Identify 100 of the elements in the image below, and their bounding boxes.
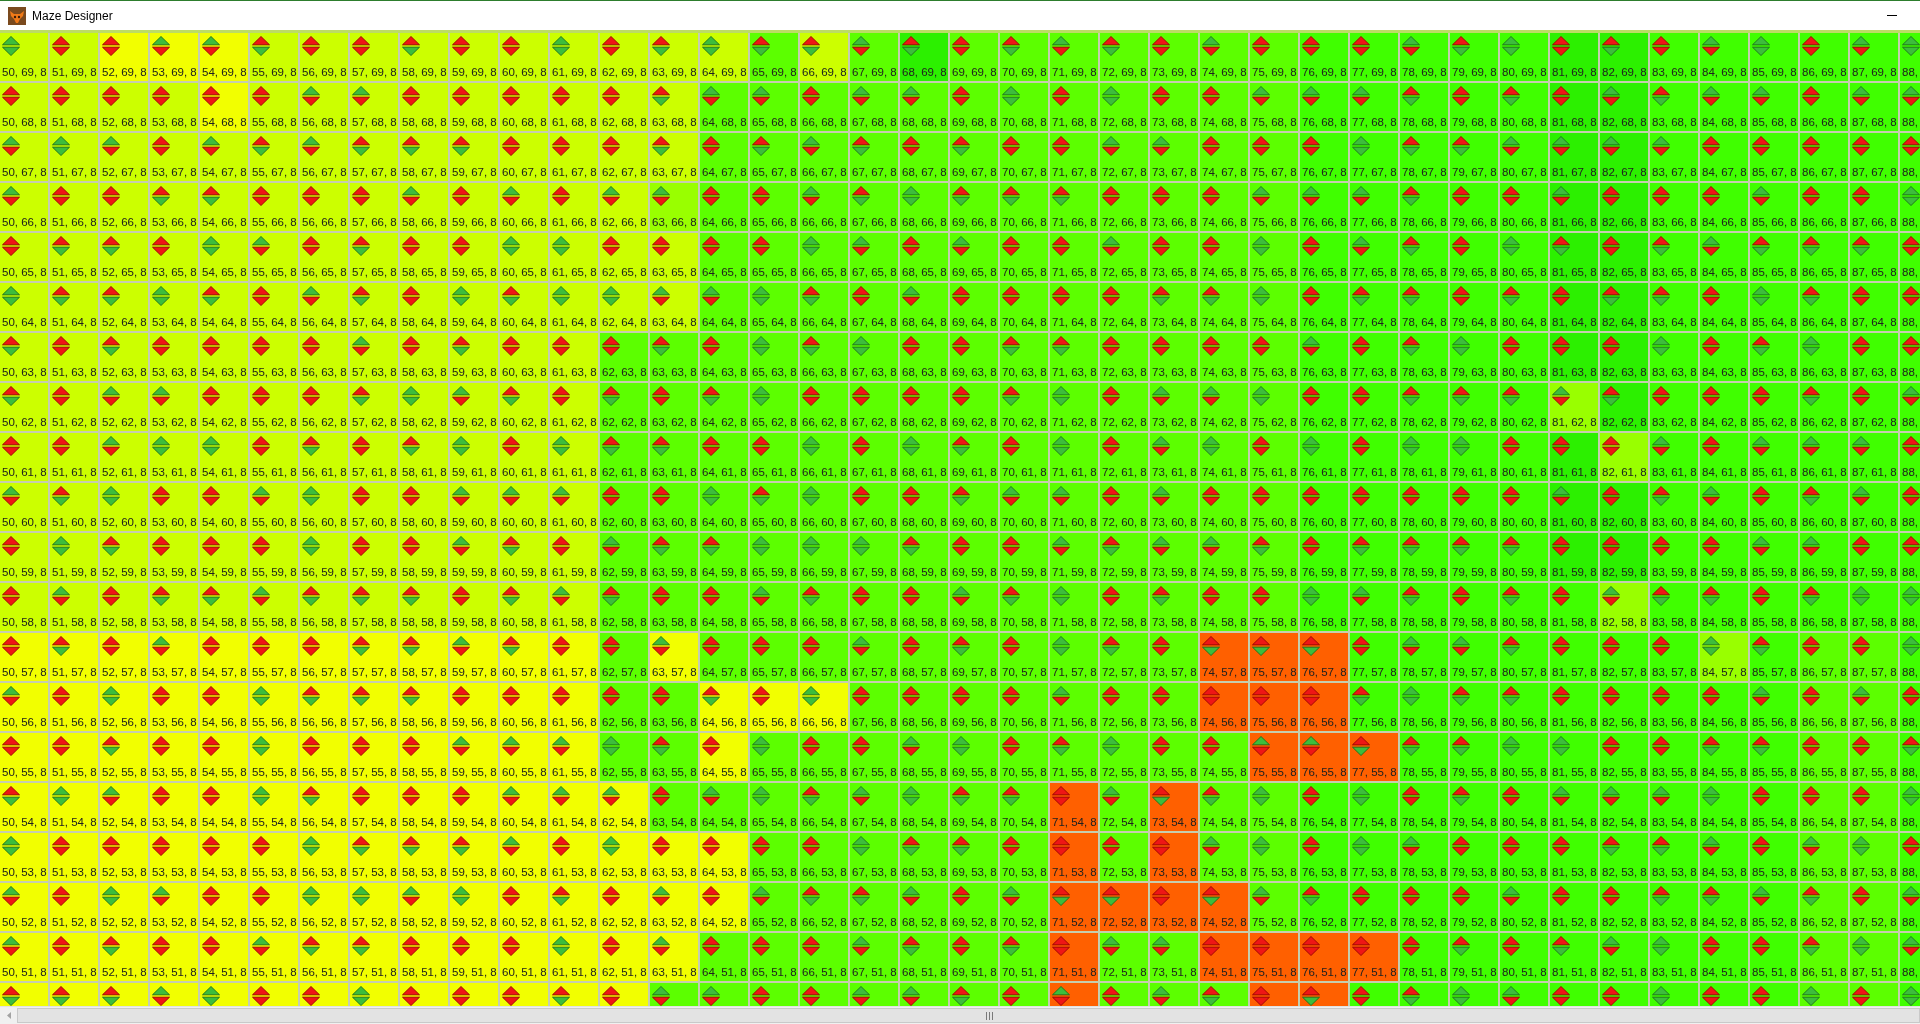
cell-label: 77, 68, 8 xyxy=(1351,116,1397,129)
cell-label: 53, 59, 8 xyxy=(151,566,197,579)
cell-label: 59, 59, 8 xyxy=(451,566,497,579)
cell-label: 81, 65, 8 xyxy=(1551,266,1597,279)
cell-label: 67, 68, 8 xyxy=(851,116,897,129)
cell-label: 78, 60, 8 xyxy=(1401,516,1447,529)
cell-label: 83, 56, 8 xyxy=(1651,716,1697,729)
cell-label: 73, 68, 8 xyxy=(1151,116,1197,129)
cell-label: 52, 68, 8 xyxy=(101,116,147,129)
cell-label: 52, 52, 8 xyxy=(101,916,147,929)
cell-label: 60, 54, 8 xyxy=(501,816,547,829)
cell-label: 83, 63, 8 xyxy=(1651,366,1697,379)
cell-label: 87, 53, 8 xyxy=(1851,866,1897,879)
cell-label: 72, 62, 8 xyxy=(1101,416,1147,429)
cell-label: 60, 53, 8 xyxy=(501,866,547,879)
cell-label: 83, 64, 8 xyxy=(1651,316,1697,329)
cell-label: 72, 60, 8 xyxy=(1101,516,1147,529)
cell-label: 87, 59, 8 xyxy=(1851,566,1897,579)
cell-label: 74, 61, 8 xyxy=(1201,466,1247,479)
cell-label: 87, 56, 8 xyxy=(1851,716,1897,729)
cell-label: 51, 56, 8 xyxy=(51,716,97,729)
cell-label: 78, 52, 8 xyxy=(1401,916,1447,929)
cell-label: 86, 62, 8 xyxy=(1801,416,1847,429)
cell-label: 63, 55, 8 xyxy=(651,766,697,779)
cell-label: 83, 60, 8 xyxy=(1651,516,1697,529)
cell-label: 76, 54, 8 xyxy=(1301,816,1347,829)
cell-label: 85, 62, 8 xyxy=(1751,416,1797,429)
cell-label: 80, 54, 8 xyxy=(1501,816,1547,829)
cell-label: 50, 60, 8 xyxy=(1,516,47,529)
cell-label: 87, 66, 8 xyxy=(1851,216,1897,229)
cell-label: 60, 51, 8 xyxy=(501,966,547,979)
scrollbar-thumb[interactable] xyxy=(17,1008,1920,1023)
cell-label: 82, 55, 8 xyxy=(1601,766,1647,779)
cell-label: 53, 51, 8 xyxy=(151,966,197,979)
cell-label: 77, 55, 8 xyxy=(1351,766,1397,779)
cell-label: 80, 68, 8 xyxy=(1501,116,1547,129)
cell-label: 53, 52, 8 xyxy=(151,916,197,929)
cell-label: 87, 63, 8 xyxy=(1851,366,1897,379)
cell-label: 52, 64, 8 xyxy=(101,316,147,329)
cell-label: 57, 63, 8 xyxy=(351,366,397,379)
cell-label: 74, 65, 8 xyxy=(1201,266,1247,279)
cell-label: 57, 57, 8 xyxy=(351,666,397,679)
cell-label: 69, 54, 8 xyxy=(951,816,997,829)
cell-label: 52, 61, 8 xyxy=(101,466,147,479)
cell-label: 82, 59, 8 xyxy=(1601,566,1647,579)
cell-label: 62, 58, 8 xyxy=(601,616,647,629)
cell-label: 62, 59, 8 xyxy=(601,566,647,579)
cell-label: 80, 51, 8 xyxy=(1501,966,1547,979)
cell-label: 56, 65, 8 xyxy=(301,266,347,279)
cell-label: 56, 59, 8 xyxy=(301,566,347,579)
cell-label: 88, xyxy=(1901,716,1918,729)
cell-label: 65, 53, 8 xyxy=(751,866,797,879)
cell-label: 75, 60, 8 xyxy=(1251,516,1297,529)
cell-label: 75, 52, 8 xyxy=(1251,916,1297,929)
cell-label: 82, 56, 8 xyxy=(1601,716,1647,729)
cell-label: 84, 66, 8 xyxy=(1701,216,1747,229)
cell-label: 61, 55, 8 xyxy=(551,766,597,779)
cell-label: 75, 61, 8 xyxy=(1251,466,1297,479)
cell-label: 67, 58, 8 xyxy=(851,616,897,629)
cell-label: 67, 61, 8 xyxy=(851,466,897,479)
cell-label: 54, 52, 8 xyxy=(201,916,247,929)
cell-label: 64, 63, 8 xyxy=(701,366,747,379)
cell-label: 52, 51, 8 xyxy=(101,966,147,979)
cell-label: 86, 58, 8 xyxy=(1801,616,1847,629)
cell-label: 73, 69, 8 xyxy=(1151,66,1197,79)
cell-label: 71, 55, 8 xyxy=(1051,766,1097,779)
cell-label: 67, 69, 8 xyxy=(851,66,897,79)
cell-label: 59, 51, 8 xyxy=(451,966,497,979)
cell-label: 70, 56, 8 xyxy=(1001,716,1047,729)
cell-label: 70, 58, 8 xyxy=(1001,616,1047,629)
cell-label: 82, 68, 8 xyxy=(1601,116,1647,129)
cell-label: 66, 67, 8 xyxy=(801,166,847,179)
cell-label: 76, 59, 8 xyxy=(1301,566,1347,579)
cell-label: 62, 61, 8 xyxy=(601,466,647,479)
cell-label: 51, 57, 8 xyxy=(51,666,97,679)
cell-label: 82, 64, 8 xyxy=(1601,316,1647,329)
cell-label: 61, 57, 8 xyxy=(551,666,597,679)
cell-label: 88, xyxy=(1901,916,1918,929)
cell-label: 83, 54, 8 xyxy=(1651,816,1697,829)
cell-label: 60, 69, 8 xyxy=(501,66,547,79)
cell-label: 84, 65, 8 xyxy=(1701,266,1747,279)
cell-label: 57, 60, 8 xyxy=(351,516,397,529)
cell-label: 83, 66, 8 xyxy=(1651,216,1697,229)
cell-label: 88, xyxy=(1901,66,1918,79)
cell-label: 75, 64, 8 xyxy=(1251,316,1297,329)
cell-label: 77, 60, 8 xyxy=(1351,516,1397,529)
cell-label: 86, 59, 8 xyxy=(1801,566,1847,579)
cell-label: 66, 54, 8 xyxy=(801,816,847,829)
cell-label: 56, 54, 8 xyxy=(301,816,347,829)
cell-label: 85, 58, 8 xyxy=(1751,616,1797,629)
cell-label: 76, 53, 8 xyxy=(1301,866,1347,879)
cell-label: 54, 67, 8 xyxy=(201,166,247,179)
cell-label: 55, 67, 8 xyxy=(251,166,297,179)
cell-label: 67, 57, 8 xyxy=(851,666,897,679)
cell-label: 79, 62, 8 xyxy=(1451,416,1497,429)
cell-label: 81, 54, 8 xyxy=(1551,816,1597,829)
minimize-icon xyxy=(1887,15,1897,16)
cell-label: 88, xyxy=(1901,166,1918,179)
cell-label: 56, 51, 8 xyxy=(301,966,347,979)
cell-label: 58, 51, 8 xyxy=(401,966,447,979)
